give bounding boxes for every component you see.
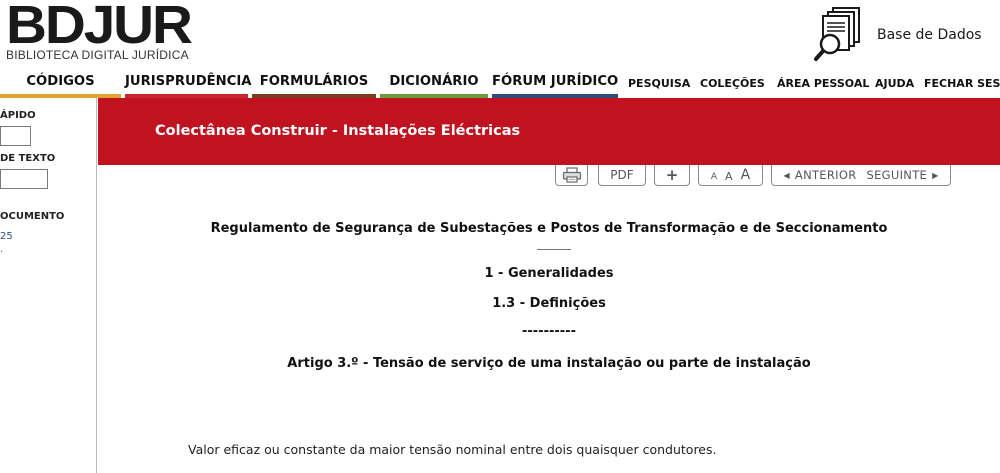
nav-formularios-label: FORMULÁRIOS bbox=[259, 74, 369, 89]
pagination-controls: ◀ ANTERIOR SEGUINTE ▶ bbox=[771, 165, 951, 186]
left-sidebar: ÁPIDO DE TEXTO OCUMENTO 25 . bbox=[0, 98, 97, 473]
nav-area-pessoal[interactable]: ÁREA PESSOAL bbox=[777, 76, 869, 92]
print-button[interactable] bbox=[555, 165, 588, 186]
previous-button[interactable]: ANTERIOR bbox=[795, 168, 857, 182]
collection-title-bar: Colectânea Construir - Instalações Eléct… bbox=[98, 98, 1000, 165]
triangle-left-icon: ◀ bbox=[783, 170, 790, 180]
nav-fechar-sessao[interactable]: FECHAR SESS bbox=[924, 76, 1000, 92]
nav-ajuda[interactable]: AJUDA bbox=[875, 76, 914, 92]
nav-pesquisa[interactable]: PESQUISA bbox=[628, 76, 690, 92]
article-body-text: Valor eficaz ou constante da maior tensã… bbox=[188, 442, 717, 457]
quick-search-input[interactable] bbox=[0, 126, 31, 146]
sidebar-document-link[interactable]: 25 bbox=[0, 231, 13, 242]
separator-line: ---------- bbox=[522, 324, 576, 339]
title-divider bbox=[537, 249, 571, 250]
nav-forum-juridico-label: FÓRUM JURÍDICO bbox=[492, 74, 619, 89]
pdf-button[interactable]: PDF bbox=[598, 165, 646, 186]
subsection-heading: 1.3 - Definições bbox=[492, 296, 606, 311]
plus-label: + bbox=[665, 166, 679, 184]
nav-dicionario[interactable]: DICIONÁRIO bbox=[380, 72, 488, 98]
font-size-small[interactable]: A bbox=[711, 172, 717, 182]
text-search-input[interactable] bbox=[0, 169, 48, 189]
logo-wordmark: BDJUR bbox=[6, 0, 193, 55]
nav-dicionario-label: DICIONÁRIO bbox=[389, 74, 479, 89]
sidebar-label-quick-search: ÁPIDO bbox=[0, 110, 36, 121]
font-size-large[interactable]: A bbox=[741, 167, 751, 183]
nav-colecoes[interactable]: COLEÇÕES bbox=[700, 76, 765, 92]
nav-jurisprudencia[interactable]: JURISPRUDÊNCIA bbox=[125, 72, 252, 98]
nav-forum-juridico[interactable]: FÓRUM JURÍDICO bbox=[492, 72, 618, 98]
printer-icon bbox=[562, 167, 581, 183]
sidebar-label-text-search: DE TEXTO bbox=[0, 153, 56, 164]
pdf-label: PDF bbox=[610, 168, 634, 182]
main-navigation: CÓDIGOS JURISPRUDÊNCIA FORMULÁRIOS DICIO… bbox=[0, 72, 1000, 98]
database-label: Base de Dados bbox=[877, 27, 982, 43]
document-title: Regulamento de Segurança de Subestações … bbox=[210, 221, 888, 236]
nav-jurisprudencia-label: JURISPRUDÊNCIA bbox=[125, 74, 252, 89]
add-button[interactable]: + bbox=[654, 165, 690, 186]
triangle-right-icon: ▶ bbox=[932, 170, 939, 180]
database-search-icon bbox=[814, 7, 860, 61]
database-link[interactable]: Base de Dados bbox=[813, 6, 993, 62]
next-button[interactable]: SEGUINTE bbox=[867, 168, 928, 182]
nav-formularios[interactable]: FORMULÁRIOS bbox=[252, 72, 376, 98]
section-heading: 1 - Generalidades bbox=[484, 266, 614, 281]
sidebar-dot: . bbox=[0, 244, 4, 255]
article-heading: Artigo 3.º - Tensão de serviço de uma in… bbox=[287, 356, 811, 371]
nav-codigos-label: CÓDIGOS bbox=[26, 74, 95, 89]
sidebar-label-document: OCUMENTO bbox=[0, 211, 65, 222]
font-size-medium[interactable]: A bbox=[725, 170, 733, 183]
font-size-controls: A A A bbox=[698, 165, 763, 186]
collection-title: Colectânea Construir - Instalações Eléct… bbox=[155, 123, 521, 139]
bdjur-logo[interactable]: BDJUR BIBLIOTECA DIGITAL JURÍDICA bbox=[6, 0, 193, 62]
nav-codigos[interactable]: CÓDIGOS bbox=[0, 72, 121, 98]
